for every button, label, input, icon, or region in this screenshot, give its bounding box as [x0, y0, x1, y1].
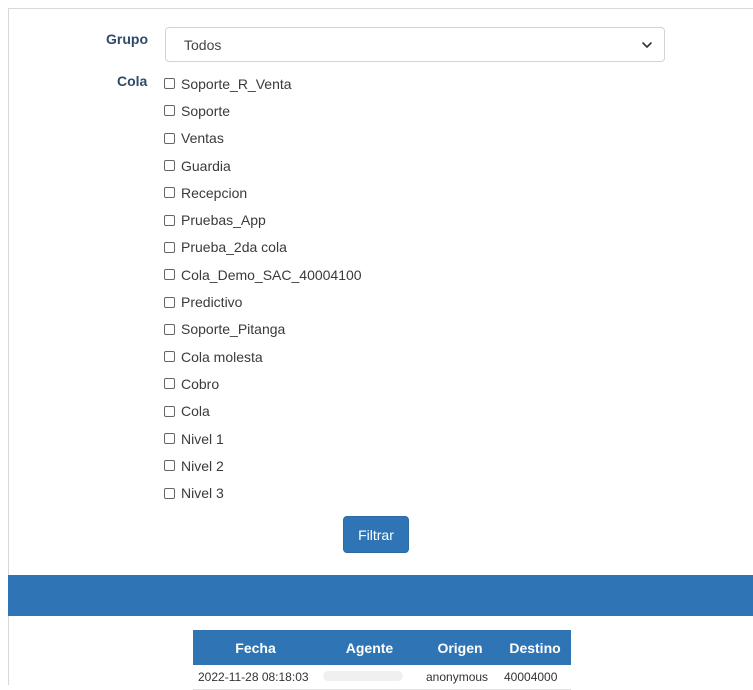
cola-option[interactable]: Cobro — [164, 370, 362, 397]
cola-label: Cola — [117, 73, 148, 89]
cola-option[interactable]: Nivel 2 — [164, 452, 362, 479]
cola-option-label: Recepcion — [181, 184, 248, 201]
checkbox-unchecked-icon[interactable] — [164, 323, 175, 335]
cola-option-label: Nivel 1 — [181, 430, 224, 447]
cell-agente — [318, 665, 421, 690]
cola-option[interactable]: Cola — [164, 398, 362, 425]
cola-option[interactable]: Guardia — [164, 152, 362, 179]
checkbox-unchecked-icon[interactable] — [164, 296, 175, 308]
cola-option-label: Prueba_2da cola — [181, 239, 287, 256]
checkbox-unchecked-icon[interactable] — [164, 378, 175, 390]
cola-option[interactable]: Nivel 3 — [164, 479, 362, 506]
checkbox-unchecked-icon[interactable] — [164, 269, 175, 281]
checkbox-unchecked-icon[interactable] — [164, 351, 175, 363]
cola-option-label: Soporte — [181, 102, 231, 119]
cell-destino: 40004000 — [499, 665, 571, 690]
column-header-destino[interactable]: Destino — [499, 630, 571, 665]
results-table: Fecha Agente Origen Destino 2022-11-28 0… — [193, 630, 571, 690]
cola-option[interactable]: Soporte — [164, 97, 362, 124]
redacted-agent — [323, 671, 403, 681]
cola-option[interactable]: Prueba_2da cola — [164, 234, 362, 261]
cell-origen: anonymous — [421, 665, 499, 690]
cola-option-label: Cobro — [181, 375, 220, 392]
checkbox-unchecked-icon[interactable] — [164, 241, 175, 253]
column-header-origen[interactable]: Origen — [421, 630, 499, 665]
cola-option-label: Pruebas_App — [181, 212, 266, 229]
grupo-select[interactable]: Todos — [165, 27, 665, 62]
cola-option[interactable]: Cola_Demo_SAC_40004100 — [164, 261, 362, 288]
cola-option[interactable]: Soporte_Pitanga — [164, 316, 362, 343]
grupo-select-value: Todos — [184, 37, 222, 53]
cola-option-label: Nivel 2 — [181, 457, 224, 474]
cola-option-label: Predictivo — [181, 294, 243, 311]
checkbox-unchecked-icon[interactable] — [164, 105, 175, 117]
cola-option-label: Cola — [181, 403, 210, 420]
column-header-agente[interactable]: Agente — [318, 630, 421, 665]
cola-option[interactable]: Soporte_R_Venta — [164, 70, 362, 97]
chevron-down-icon — [642, 42, 652, 48]
checkbox-unchecked-icon[interactable] — [164, 487, 175, 499]
cola-option[interactable]: Cola molesta — [164, 343, 362, 370]
table-row: 2022-11-28 08:18:03 anonymous 40004000 — [193, 665, 571, 690]
results-header-band — [8, 575, 753, 616]
checkbox-unchecked-icon[interactable] — [164, 460, 175, 472]
cell-fecha: 2022-11-28 08:18:03 — [193, 665, 318, 690]
checkbox-unchecked-icon[interactable] — [164, 187, 175, 199]
cola-option-label: Cola molesta — [181, 348, 263, 365]
cola-option-label: Soporte_R_Venta — [181, 75, 292, 92]
cola-checkbox-list: Soporte_R_Venta Soporte Ventas Guardia Recep… — [164, 70, 362, 507]
checkbox-unchecked-icon[interactable] — [164, 160, 175, 172]
cola-option[interactable]: Ventas — [164, 125, 362, 152]
checkbox-unchecked-icon[interactable] — [164, 132, 175, 144]
cola-option[interactable]: Recepcion — [164, 179, 362, 206]
cola-option-label: Cola_Demo_SAC_40004100 — [181, 266, 362, 283]
results-header-row: Fecha Agente Origen Destino — [193, 630, 571, 665]
cola-option[interactable]: Pruebas_App — [164, 206, 362, 233]
cola-option[interactable]: Predictivo — [164, 288, 362, 315]
cola-option-label: Guardia — [181, 157, 231, 174]
cola-option[interactable]: Nivel 1 — [164, 425, 362, 452]
checkbox-unchecked-icon[interactable] — [164, 214, 175, 226]
cola-option-label: Ventas — [181, 130, 224, 147]
column-header-fecha[interactable]: Fecha — [193, 630, 318, 665]
checkbox-unchecked-icon[interactable] — [164, 405, 175, 417]
checkbox-unchecked-icon[interactable] — [164, 78, 175, 90]
checkbox-unchecked-icon[interactable] — [164, 433, 175, 444]
cola-option-label: Soporte_Pitanga — [181, 321, 286, 338]
cola-option-label: Nivel 3 — [181, 485, 224, 502]
filter-button[interactable]: Filtrar — [343, 516, 409, 553]
grupo-label: Grupo — [106, 31, 148, 47]
